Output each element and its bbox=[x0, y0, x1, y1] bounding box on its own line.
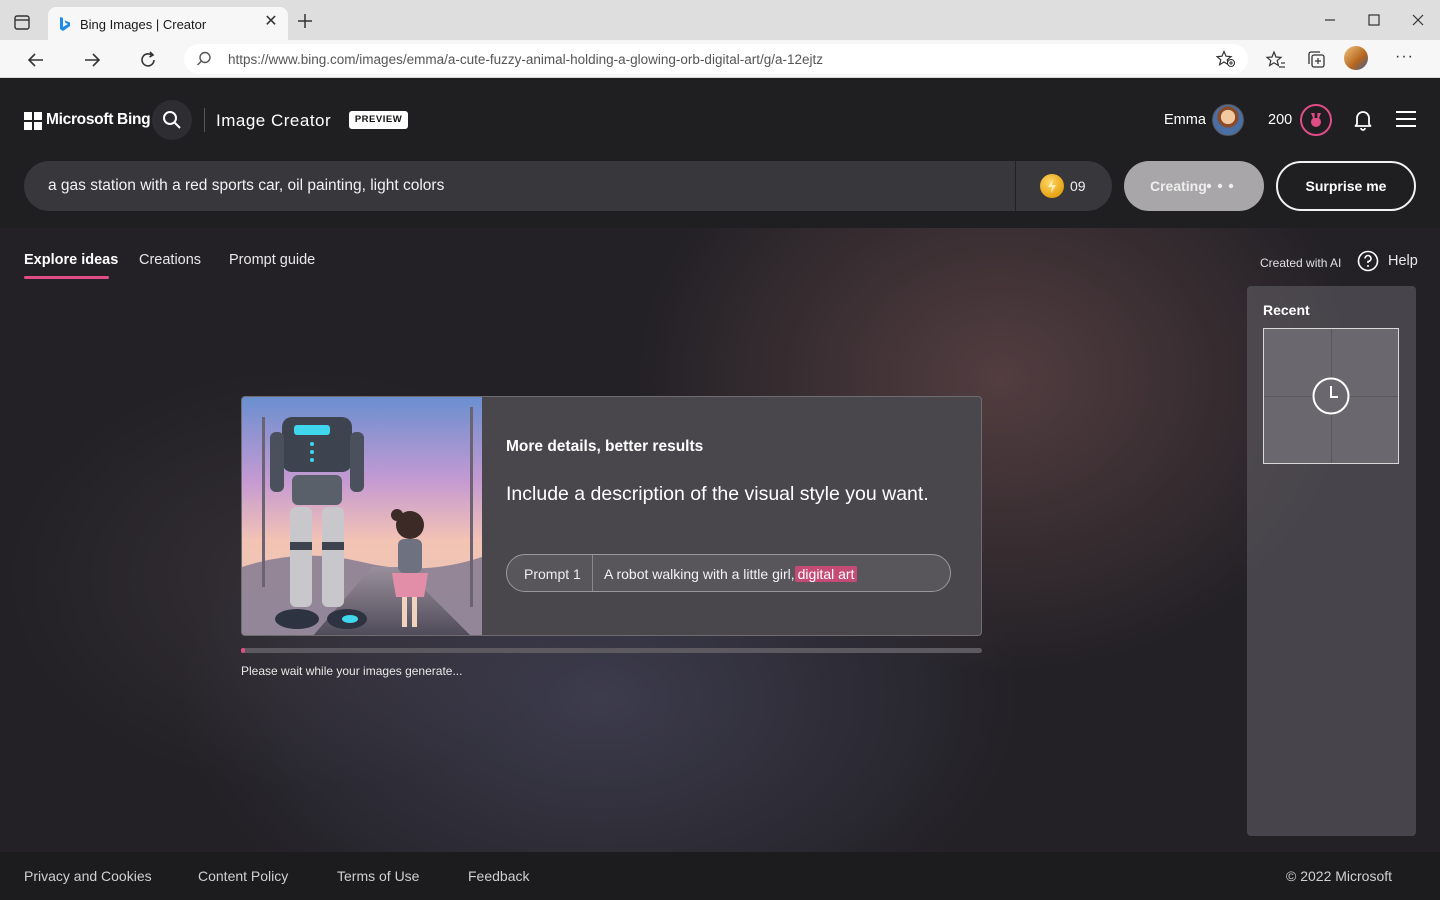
footer: Privacy and Cookies Content Policy Terms… bbox=[0, 852, 1440, 900]
preview-badge: PREVIEW bbox=[349, 111, 408, 129]
product-title[interactable]: Image Creator bbox=[216, 111, 331, 131]
recent-pending-thumbnail[interactable] bbox=[1263, 328, 1399, 464]
creating-button[interactable]: Creating bbox=[1124, 161, 1264, 211]
wait-message: Please wait while your images generate..… bbox=[241, 664, 463, 678]
prompt-input[interactable]: a gas station with a red sports car, oil… bbox=[24, 161, 1112, 211]
close-window-icon[interactable] bbox=[1407, 10, 1429, 30]
generation-progress-bar bbox=[241, 648, 982, 653]
example-prompt-pill[interactable]: Prompt 1 A robot walking with a little g… bbox=[506, 554, 951, 592]
browser-tab[interactable]: Bing Images | Creator ✕ bbox=[48, 7, 288, 40]
user-name[interactable]: Emma bbox=[1164, 112, 1206, 128]
example-prompt-text: A robot walking with a little girl, digit… bbox=[604, 566, 858, 582]
tab-actions-icon[interactable] bbox=[12, 12, 36, 34]
prompt-divider bbox=[1015, 161, 1016, 211]
address-bar[interactable]: https://www.bing.com/images/emma/a-cute-… bbox=[184, 44, 1248, 74]
footer-link-feedback[interactable]: Feedback bbox=[468, 868, 529, 884]
header-divider bbox=[204, 108, 205, 132]
surprise-me-button[interactable]: Surprise me bbox=[1276, 161, 1416, 211]
tab-prompt-guide[interactable]: Prompt guide bbox=[229, 252, 315, 268]
refresh-icon[interactable] bbox=[137, 49, 159, 71]
boost-coin-icon[interactable] bbox=[1040, 174, 1064, 198]
tip-card: More details, better results Include a d… bbox=[241, 396, 982, 636]
tab-explore-ideas[interactable]: Explore ideas bbox=[24, 252, 118, 268]
loading-dots-icon bbox=[1206, 183, 1234, 189]
tip-body: Include a description of the visual styl… bbox=[506, 483, 929, 505]
browser-nav-bar: https://www.bing.com/images/emma/a-cute-… bbox=[0, 40, 1440, 78]
maximize-icon[interactable] bbox=[1363, 10, 1385, 30]
collections-icon[interactable] bbox=[1305, 49, 1327, 71]
footer-link-content-policy[interactable]: Content Policy bbox=[198, 868, 288, 884]
prompt-input-value[interactable]: a gas station with a red sports car, oil… bbox=[48, 177, 444, 195]
boost-count: 09 bbox=[1070, 178, 1086, 194]
generation-progress-fill bbox=[241, 648, 245, 653]
add-favorite-icon[interactable] bbox=[1215, 49, 1236, 68]
footer-link-privacy[interactable]: Privacy and Cookies bbox=[24, 868, 152, 884]
example-prompt-main: A robot walking with a little girl, bbox=[604, 566, 795, 582]
back-icon[interactable] bbox=[25, 49, 47, 71]
tab-creations[interactable]: Creations bbox=[139, 252, 201, 268]
user-avatar[interactable] bbox=[1212, 104, 1244, 136]
new-tab-icon[interactable] bbox=[296, 12, 314, 30]
example-prompt-divider bbox=[592, 555, 593, 591]
created-with-ai-label: Created with AI bbox=[1260, 256, 1342, 270]
recent-title: Recent bbox=[1263, 302, 1310, 318]
surprise-me-label: Surprise me bbox=[1305, 178, 1387, 194]
search-button[interactable] bbox=[152, 100, 192, 140]
footer-copyright: © 2022 Microsoft bbox=[1286, 868, 1393, 884]
menu-hamburger-icon[interactable] bbox=[1395, 110, 1417, 128]
creating-button-label: Creating bbox=[1150, 178, 1207, 194]
clock-icon bbox=[1311, 376, 1351, 416]
browser-tab-bar: Bing Images | Creator ✕ bbox=[0, 0, 1440, 40]
footer-link-terms[interactable]: Terms of Use bbox=[337, 868, 419, 884]
example-prompt-label: Prompt 1 bbox=[524, 566, 581, 582]
page: Microsoft Bing Image Creator PREVIEW Emm… bbox=[0, 78, 1440, 852]
recent-panel: Recent bbox=[1247, 286, 1416, 836]
tip-heading: More details, better results bbox=[506, 438, 704, 455]
microsoft-logo-icon[interactable] bbox=[24, 112, 42, 130]
help-link[interactable]: Help bbox=[1388, 253, 1418, 269]
rewards-medal-icon[interactable] bbox=[1300, 104, 1332, 136]
browser-more-icon[interactable]: ··· bbox=[1395, 48, 1414, 66]
notifications-bell-icon[interactable] bbox=[1353, 109, 1373, 131]
robot-and-girl-image bbox=[242, 397, 482, 635]
tab-title: Bing Images | Creator bbox=[80, 17, 207, 32]
forward-icon[interactable] bbox=[81, 49, 103, 71]
tab-close-icon[interactable]: ✕ bbox=[264, 14, 278, 30]
help-icon[interactable] bbox=[1357, 250, 1379, 272]
minimize-icon[interactable] bbox=[1319, 10, 1341, 30]
example-prompt-highlight: digital art bbox=[794, 566, 858, 582]
active-tab-indicator bbox=[24, 276, 109, 279]
favorites-icon[interactable] bbox=[1265, 49, 1287, 71]
rewards-points[interactable]: 200 bbox=[1268, 112, 1292, 128]
browser-profile-avatar[interactable] bbox=[1344, 46, 1368, 70]
bing-favicon-icon bbox=[58, 16, 72, 32]
search-icon bbox=[196, 51, 212, 67]
brand-link[interactable]: Microsoft Bing bbox=[46, 111, 151, 129]
url-text[interactable]: https://www.bing.com/images/emma/a-cute-… bbox=[228, 52, 823, 67]
search-icon bbox=[163, 111, 181, 129]
